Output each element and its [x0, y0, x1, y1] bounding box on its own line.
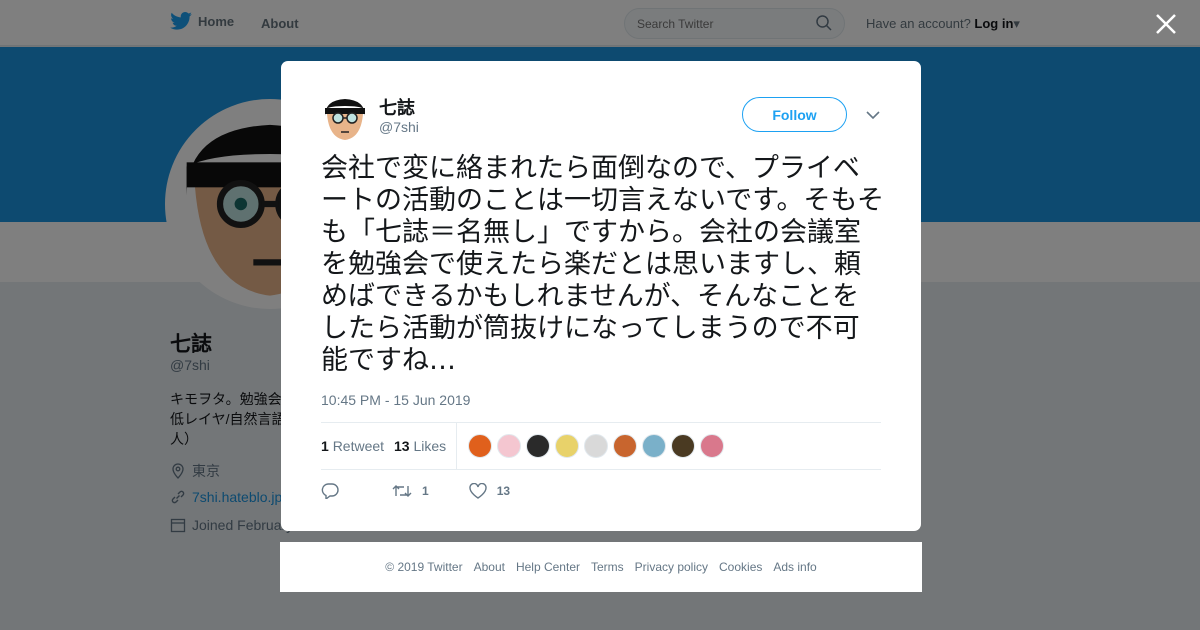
- likes-stat[interactable]: 13 Likes: [394, 438, 446, 454]
- liker-avatar[interactable]: [584, 434, 608, 458]
- retweet-action-count: 1: [422, 484, 429, 498]
- retweet-stat[interactable]: 1 Retweet: [321, 438, 384, 454]
- liker-avatar[interactable]: [700, 434, 724, 458]
- chevron-down-icon[interactable]: [866, 110, 880, 120]
- footer-cookies[interactable]: Cookies: [719, 560, 762, 574]
- reply-action[interactable]: [321, 483, 339, 499]
- like-action[interactable]: 13: [468, 483, 511, 499]
- liker-avatar[interactable]: [555, 434, 579, 458]
- tweet-text: 会社で変に絡まれたら面倒なので、プライベートの活動のことは一切言えないです。そも…: [321, 153, 884, 376]
- tweet-timestamp[interactable]: 10:45 PM - 15 Jun 2019: [321, 392, 470, 408]
- footer-help[interactable]: Help Center: [516, 560, 580, 574]
- heart-icon: [468, 483, 487, 499]
- close-icon[interactable]: [1155, 13, 1177, 35]
- retweet-icon: [392, 485, 412, 497]
- retweet-label: Retweet: [332, 438, 385, 454]
- liker-avatar[interactable]: [468, 434, 492, 458]
- tweet-actions: 1 13: [321, 483, 510, 499]
- follow-button[interactable]: Follow: [742, 97, 847, 132]
- tweet-stats: 1 Retweet 13 Likes: [321, 422, 881, 470]
- liker-avatar[interactable]: [613, 434, 637, 458]
- footer-privacy[interactable]: Privacy policy: [635, 560, 708, 574]
- author-name[interactable]: 七誌: [379, 94, 415, 120]
- footer-ads[interactable]: Ads info: [773, 560, 816, 574]
- footer-about[interactable]: About: [474, 560, 505, 574]
- footer-terms[interactable]: Terms: [591, 560, 624, 574]
- liker-avatar[interactable]: [526, 434, 550, 458]
- retweet-count: 1: [321, 438, 329, 454]
- retweet-action[interactable]: 1: [392, 484, 429, 498]
- reply-icon: [321, 483, 339, 499]
- author-handle[interactable]: @7shi: [379, 119, 419, 135]
- footer: © 2019 Twitter About Help Center Terms P…: [280, 542, 922, 592]
- tweet-modal: 七誌 @7shi Follow 会社で変に絡まれたら面倒なので、プライベートの活…: [281, 61, 921, 531]
- author-avatar-image: [321, 94, 369, 142]
- like-label: Likes: [413, 438, 447, 454]
- author-avatar[interactable]: [321, 94, 369, 142]
- like-count: 13: [394, 438, 410, 454]
- liker-avatar[interactable]: [671, 434, 695, 458]
- like-action-count: 13: [496, 484, 511, 498]
- stats-divider: [456, 423, 457, 470]
- liker-avatar[interactable]: [497, 434, 521, 458]
- liker-avatar[interactable]: [642, 434, 666, 458]
- footer-copyright: © 2019 Twitter: [385, 560, 463, 574]
- liker-avatars: [468, 434, 724, 458]
